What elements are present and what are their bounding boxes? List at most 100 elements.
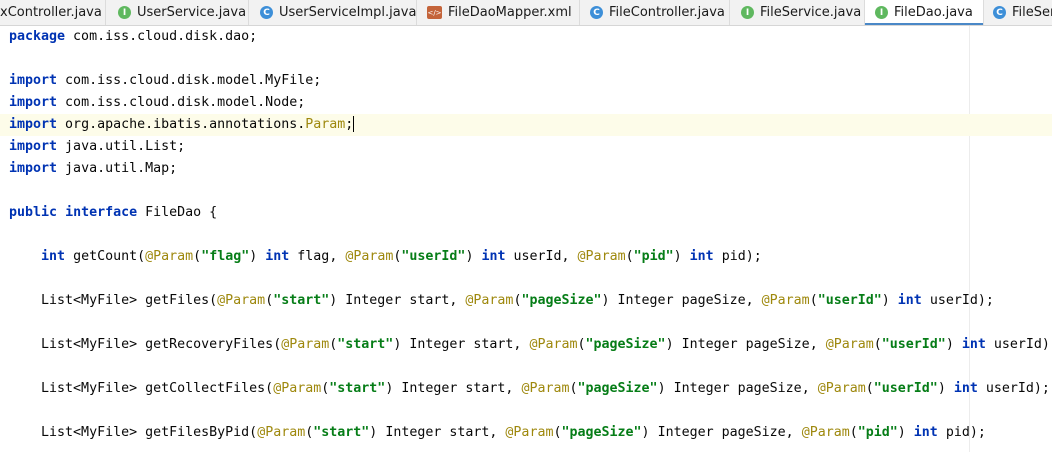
method-getrecoveryfiles: List<MyFile> getRecoveryFiles(@Param("st… [9, 334, 1052, 356]
separator: , [505, 381, 522, 396]
method-getcount: int getCount(@Param("flag") int flag, @P… [9, 246, 762, 268]
code-line-import: import com.iss.cloud.disk.model.MyFile; [9, 70, 321, 92]
paren: ) [665, 337, 682, 352]
param-var: flag [289, 249, 330, 264]
method-name: getCount( [65, 249, 146, 264]
method-name: List<MyFile> getRecoveryFiles( [41, 337, 282, 352]
param-annotation: @Param [273, 381, 322, 396]
tab-filecontroller[interactable]: C FileController.java [580, 0, 730, 25]
param-string: "flag" [201, 249, 250, 264]
param-var: pageSize [737, 337, 810, 352]
paren: ) [945, 337, 962, 352]
tab-label: UserService.java [137, 5, 247, 20]
param-var: pageSize [713, 425, 786, 440]
tab-userservice[interactable]: I UserService.java [106, 0, 249, 25]
param-var: userId [985, 337, 1042, 352]
paren: ) [385, 381, 402, 396]
xml-icon: </> [427, 6, 442, 19]
paren: ) [881, 293, 898, 308]
param-type-keyword: int [897, 293, 922, 308]
param-string: "userId" [881, 337, 946, 352]
param-string: "start" [273, 293, 330, 308]
method-name: List<MyFile> getCollectFiles( [41, 381, 274, 396]
param-string: "start" [337, 337, 394, 352]
import-keyword: import [9, 73, 58, 88]
param-string: "pid" [857, 425, 898, 440]
class-icon: C [993, 6, 1006, 19]
param-annotation: @Param [577, 249, 626, 264]
param-type-keyword: int [689, 249, 714, 264]
text-caret [353, 116, 355, 132]
separator: , [513, 337, 530, 352]
code-line-import: import org.apache.ibatis.annotations.Par… [9, 114, 355, 136]
tab-filedaomapper[interactable]: </> FileDaoMapper.xml [417, 0, 580, 25]
tab-filedao[interactable]: I FileDao.java [865, 0, 984, 25]
param-string: "userId" [401, 249, 466, 264]
separator: , [329, 249, 346, 264]
param-annotation: @Param [145, 249, 194, 264]
param-type-keyword: int [961, 337, 986, 352]
param-type: Integer [401, 381, 458, 396]
separator: , [489, 425, 506, 440]
interface-name: FileDao { [137, 205, 218, 220]
separator: ); [969, 425, 986, 440]
method-getfiles: List<MyFile> getFiles(@Param("start") In… [9, 290, 994, 312]
param-string: "start" [329, 381, 386, 396]
paren: ( [625, 249, 634, 264]
paren: ( [849, 425, 858, 440]
paren: ) [657, 381, 674, 396]
interface-icon: I [118, 6, 131, 19]
method-name: List<MyFile> getFiles( [41, 293, 218, 308]
method-getfilesbypid: List<MyFile> getFilesByPid(@Param("start… [9, 422, 986, 444]
paren: ( [577, 337, 586, 352]
separator: ); [1033, 381, 1050, 396]
param-string: "pid" [633, 249, 674, 264]
param-annotation: @Param [257, 425, 306, 440]
separator: ); [745, 249, 762, 264]
import-annotation-name: Param [305, 117, 346, 132]
param-string: "pageSize" [521, 293, 602, 308]
paren: ( [873, 337, 882, 352]
tab-userserviceimpl[interactable]: C UserServiceImpl.java [249, 0, 417, 25]
class-icon: C [590, 6, 603, 19]
tab-label: UserServiceImpl.java [279, 5, 417, 20]
separator: ); [1041, 337, 1052, 352]
import-path: com.iss.cloud.disk.model.MyFile; [57, 73, 322, 88]
import-path: java.util.Map; [57, 161, 178, 176]
import-keyword: import [9, 95, 58, 110]
return-type-keyword: int [41, 249, 66, 264]
param-string: "userId" [873, 381, 938, 396]
separator: ); [977, 293, 994, 308]
import-path: com.iss.cloud.disk.model.Node; [57, 95, 306, 110]
tab-fileserv[interactable]: C FileServ [984, 0, 1052, 25]
param-type-keyword: int [265, 249, 290, 264]
tab-fileservice[interactable]: I FileService.java [730, 0, 865, 25]
param-var: userId [921, 293, 978, 308]
paren: ) [249, 249, 266, 264]
code-editor[interactable]: package com.iss.cloud.disk.dao; import c… [0, 26, 1052, 452]
param-annotation: @Param [817, 381, 866, 396]
public-keyword: public [9, 205, 58, 220]
param-annotation: @Param [761, 293, 810, 308]
param-string: "pageSize" [561, 425, 642, 440]
paren: ( [193, 249, 202, 264]
paren: ) [393, 337, 410, 352]
param-string: "pageSize" [585, 337, 666, 352]
code-line-import: import com.iss.cloud.disk.model.Node; [9, 92, 305, 114]
param-type: Integer [617, 293, 674, 308]
editor-tab-bar: xController.java × I UserService.java C … [0, 0, 1052, 26]
param-type: Integer [681, 337, 738, 352]
paren: ) [329, 293, 346, 308]
class-icon: C [260, 6, 273, 19]
param-type: Integer [657, 425, 714, 440]
paren: ) [465, 249, 482, 264]
code-line-interface: public interface FileDao { [9, 202, 217, 224]
param-type: Integer [345, 293, 402, 308]
param-type: Integer [409, 337, 466, 352]
tab-xcontroller[interactable]: xController.java × [0, 0, 106, 25]
paren: ) [369, 425, 386, 440]
